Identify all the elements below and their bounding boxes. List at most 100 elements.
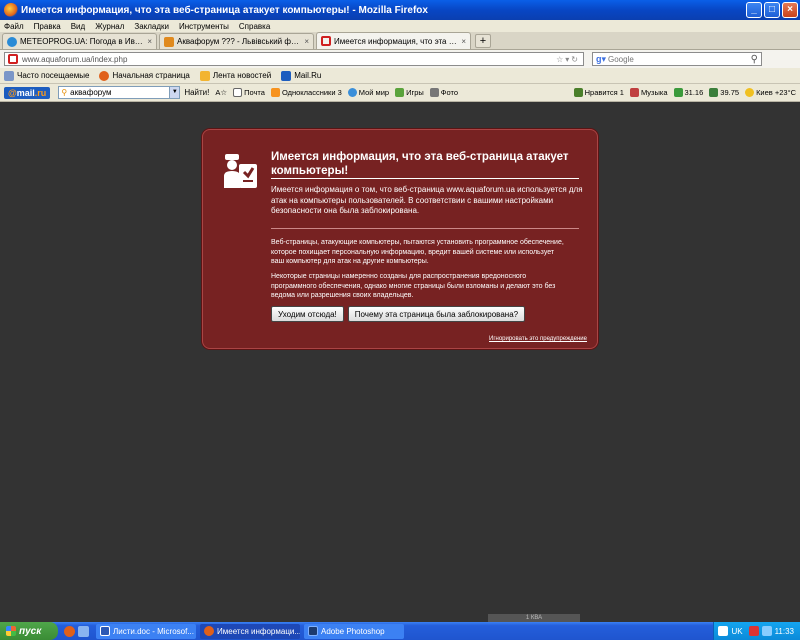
menu-history[interactable]: Журнал [95,22,124,31]
photoshop-icon [308,626,318,636]
menu-tools[interactable]: Инструменты [179,22,229,31]
eur-rate-item[interactable]: 39.75 [709,88,739,97]
firefox-icon [204,626,214,636]
weather-label: Киев +23°C [756,88,796,97]
task-label: Листи.doc - Microsof... [113,626,194,636]
firefox-icon[interactable] [64,625,75,637]
tab-aquaforum[interactable]: Аквафорум ??? - Львівський форум акв... … [159,33,314,49]
get-me-out-button[interactable]: Уходим отсюда! [271,306,344,322]
menu-view[interactable]: Вид [71,22,85,31]
menu-bookmarks[interactable]: Закладки [134,22,169,31]
like-item[interactable]: Нравится 1 [573,88,624,97]
page-content: Имеется информация, что эта веб-страница… [0,102,800,622]
clock[interactable]: 11:33 [775,627,794,636]
word-icon [100,626,110,636]
eur-rate-label: 39.75 [720,88,740,97]
mailru-search-icon: ⚲ [61,88,68,97]
bookmark-home[interactable]: Начальная страница [99,70,190,81]
why-blocked-button[interactable]: Почему эта страница была заблокирована? [347,306,526,322]
menu-file[interactable]: Файл [4,22,24,31]
euro-icon [709,88,719,97]
like-label: Нравится 1 [584,88,624,97]
my-world-item[interactable]: Мой мир [347,88,390,97]
ignore-warning-link[interactable]: Игнорировать это предупреждение [489,336,587,342]
start-button[interactable]: пуск [0,622,58,640]
language-indicator[interactable]: UK [731,627,742,636]
weather-item[interactable]: Киев +23°C [745,88,796,97]
antivirus-icon[interactable] [748,626,759,636]
tab-label: METEOPROG.UA: Погода в Ивано-Фран... [20,37,145,46]
logo-main: mail [16,87,35,98]
odnoklassniki-item[interactable]: Одноклассники 3 [270,88,342,97]
desktop-icon[interactable] [78,625,89,637]
tab-bar: METEOPROG.UA: Погода в Ивано-Фран... × А… [0,32,800,50]
music-item[interactable]: Музыка [629,88,668,97]
task-label: Adobe Photoshop [321,626,385,636]
meteo-icon [7,36,17,47]
tab-label: Имеется информация, что эта веб-стра... [334,36,459,46]
bookmark-most-visited[interactable]: Часто посещаемые [4,70,90,81]
system-tray: UK 11:33 [713,622,800,640]
attack-warning-box: Имеется информация, что эта веб-страница… [202,129,598,349]
like-icon [573,88,583,97]
task-photoshop[interactable]: Adobe Photoshop [304,623,404,639]
search-bar[interactable]: g▾ ⚲ [592,52,762,66]
menu-help[interactable]: Справка [239,22,270,31]
firefox-icon [4,3,18,17]
search-icon[interactable]: ⚲ [751,54,758,65]
url-bar[interactable]: www.aquaforum.ua/index.php ☆▾↻ [4,52,584,66]
mailru-logo[interactable]: @mail.ru [4,86,51,99]
mail-icon [233,88,243,97]
mailru-search-field[interactable]: ⚲ аквафорум ▼ [58,86,181,99]
window-titlebar: Имеется информация, что эта веб-страница… [0,0,800,20]
my-world-label: Мой мир [358,88,390,97]
warning-icon [321,36,331,46]
menu-edit[interactable]: Правка [34,22,61,31]
logo-suffix: .ru [34,87,47,98]
tab-close-icon[interactable]: × [461,37,466,46]
tab-close-icon[interactable]: × [147,37,152,46]
photo-item[interactable]: Фото [429,88,458,97]
usd-rate-item[interactable]: 31.16 [673,88,704,97]
bookmark-mailru[interactable]: Mail.Ru [281,70,321,81]
mailru-toolbar: @mail.ru ⚲ аквафорум ▼ Найти! A☆ Почта О… [0,84,800,102]
music-label: Музыка [640,88,668,97]
odnoklassniki-label: Одноклассники 3 [281,88,342,97]
tray-app-icon[interactable] [718,626,729,636]
tab-close-icon[interactable]: × [304,37,309,46]
maximize-button[interactable]: □ [764,2,780,18]
usd-rate-label: 31.16 [684,88,704,97]
divider [271,228,579,229]
bookmark-news[interactable]: Лента новостей [199,70,271,81]
mailru-right-widgets: Нравится 1 Музыка 31.16 39.75 Киев +23°C [568,88,800,97]
most-visited-icon [4,70,14,81]
games-item[interactable]: Игры [395,88,424,97]
firefox-icon [99,70,110,81]
tab-label: Аквафорум ??? - Львівський форум акв... [177,37,302,46]
minimize-button[interactable]: _ [746,2,762,18]
network-icon[interactable] [761,626,772,636]
photo-label: Фото [440,88,458,97]
translate-icon[interactable]: A☆ [215,88,227,97]
mail-item[interactable]: Почта [233,88,265,97]
warning-explanation-2: Некоторые страницы намеренно созданы для… [271,273,556,299]
music-icon [629,88,639,97]
task-firefox[interactable]: Имеется информаци... [200,623,300,639]
new-tab-button[interactable]: + [475,34,491,48]
bookmark-star-icon[interactable]: ☆▾↻ [556,55,580,64]
tab-meteoprog[interactable]: METEOPROG.UA: Погода в Ивано-Фран... × [2,33,157,49]
site-warning-icon [8,54,18,64]
odnoklassniki-icon [270,88,280,97]
url-text: www.aquaforum.ua/index.php [22,54,128,64]
bookmark-label: Начальная страница [112,71,190,80]
games-label: Игры [406,88,424,97]
search-input[interactable] [608,54,751,64]
mailru-find-button[interactable]: Найти! [184,88,209,97]
bookmark-label: Часто посещаемые [17,71,90,80]
task-word[interactable]: Листи.doc - Microsof... [96,623,196,639]
weather-icon [745,88,755,97]
chevron-down-icon[interactable]: ▼ [169,87,180,98]
tab-attack-warning[interactable]: Имеется информация, что эта веб-стра... … [316,32,471,49]
close-button[interactable]: × [782,2,798,18]
google-icon[interactable]: g▾ [596,54,606,64]
